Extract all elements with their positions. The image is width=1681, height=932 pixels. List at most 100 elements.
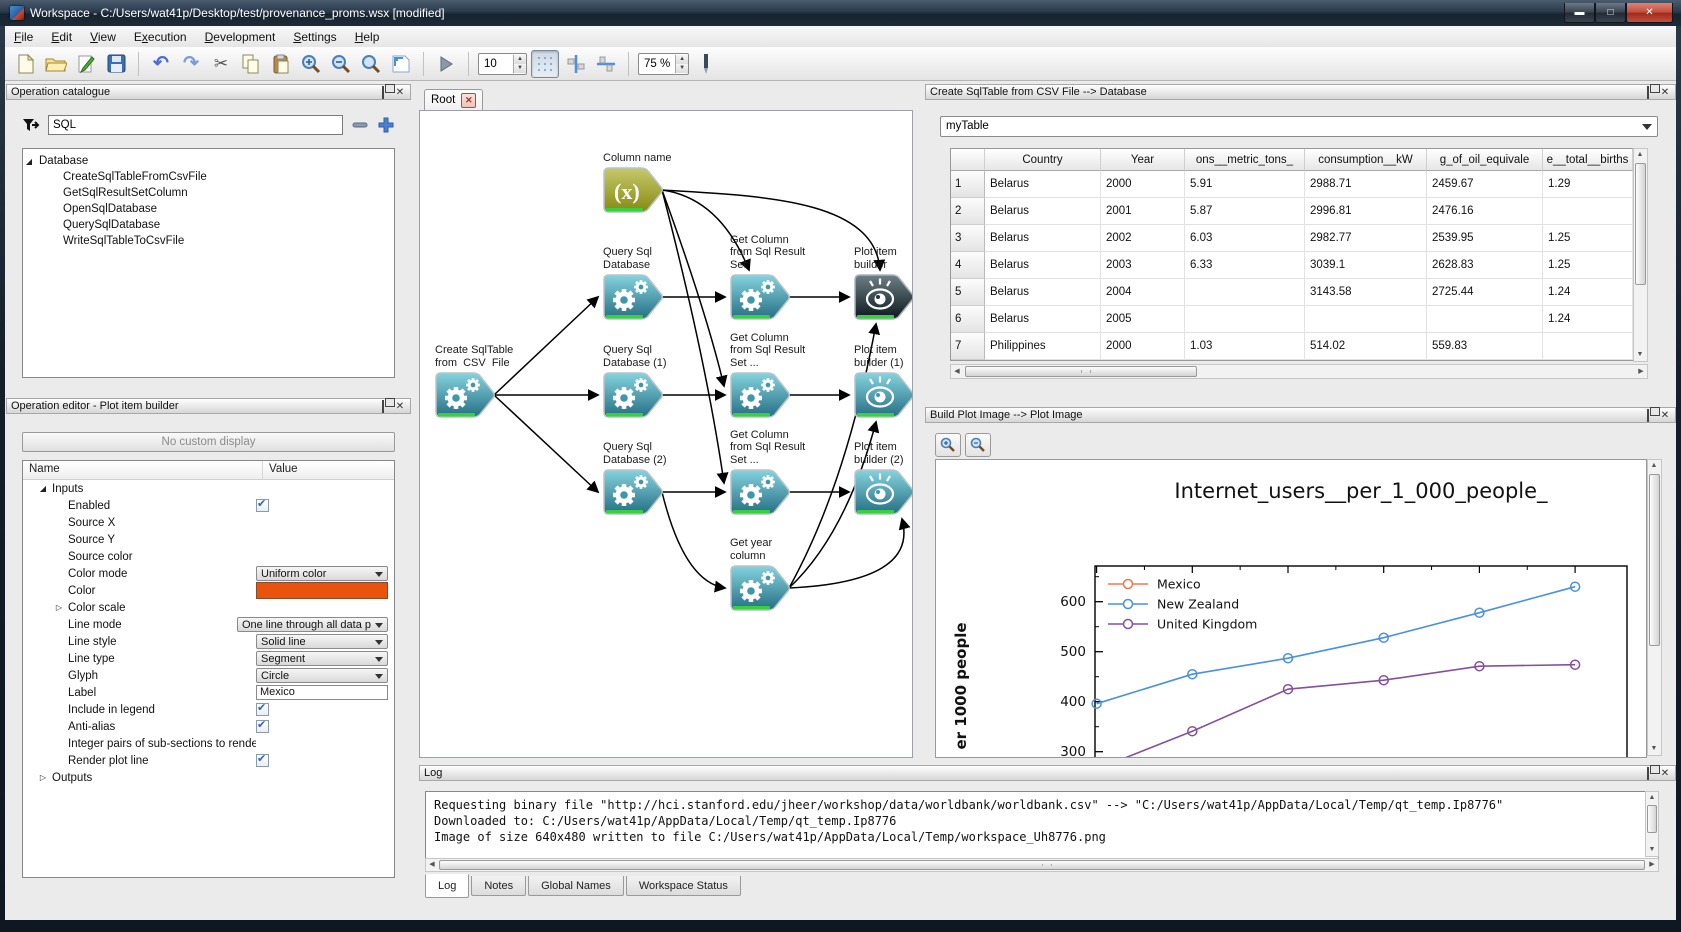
bottom-tab-notes[interactable]: Notes [471,876,526,896]
close-panel-icon[interactable]: ✕ [1659,87,1671,98]
close-panel-icon[interactable]: ✕ [1659,410,1671,421]
close-panel-icon[interactable]: ✕ [394,87,406,98]
dropdown[interactable]: Uniform color [256,566,388,581]
zoom-out-button[interactable] [328,51,354,77]
operation-tree[interactable]: ◢DatabaseCreateSqlTableFromCsvFileGetSql… [22,148,395,378]
scroll-up-icon[interactable]: ▲ [1634,149,1646,161]
workflow-node-q2[interactable] [600,468,664,516]
remove-filter-button[interactable] [351,116,369,134]
column-header-value[interactable]: Value [263,461,304,479]
close-panel-icon[interactable]: ✕ [394,401,406,412]
log-vertical-scrollbar[interactable]: ▲ ▼ [1645,791,1659,857]
zoom-in-button[interactable] [298,51,324,77]
checkbox[interactable] [256,754,269,767]
expanded-icon[interactable]: ◢ [37,484,49,493]
property-row[interactable]: Line styleSolid line [23,633,394,650]
workflow-node-create[interactable] [432,371,496,419]
float-panel-icon[interactable] [1642,410,1654,421]
close-button[interactable]: ✕ [1626,3,1673,23]
table-select-combo[interactable]: myTable [940,116,1658,137]
property-row[interactable]: Line modeOne line through all data p [23,616,394,633]
property-row[interactable]: GlyphCircle [23,667,394,684]
menu-development[interactable]: Development [196,28,285,46]
menu-help[interactable]: Help [346,28,389,46]
workflow-node-p0[interactable] [851,273,913,321]
search-input[interactable] [48,115,343,135]
collapsed-icon[interactable]: ▷ [53,603,65,612]
grid-toggle-button[interactable] [531,50,559,78]
table-row[interactable]: 6Belarus20051.24 [951,306,1633,333]
dropdown[interactable]: Circle [256,668,388,683]
table-horizontal-scrollbar[interactable]: ◀ ▶ [950,364,1648,379]
zoom-reset-button[interactable] [358,51,384,77]
table-vertical-scrollbar[interactable]: ▲ ▼ [1633,148,1648,362]
workflow-node-colname[interactable]: (x) [600,166,664,214]
scroll-right-icon[interactable]: ▶ [1646,859,1658,871]
scroll-down-icon[interactable]: ▼ [1648,743,1660,755]
pen-tool-button[interactable] [693,51,719,77]
checkbox[interactable] [256,720,269,733]
run-workflow-button[interactable] [433,51,459,77]
collapsed-icon[interactable]: ▷ [37,773,49,782]
table-column-header[interactable]: Year [1101,149,1185,171]
checkbox[interactable] [256,499,269,512]
data-table[interactable]: CountryYearons__metric_tons_consumption_… [950,148,1634,361]
property-row[interactable]: Source Y [23,531,394,548]
menu-view[interactable]: View [81,28,125,46]
property-row[interactable]: Anti-alias [23,718,394,735]
table-column-header[interactable]: ons__metric_tons_ [1185,149,1305,171]
fit-view-button[interactable] [388,51,414,77]
table-row[interactable]: 2Belarus20015.872996.812476.16 [951,198,1633,225]
log-output[interactable]: Requesting binary file "http://hci.stanf… [425,791,1659,859]
bottom-tab-workspace-status[interactable]: Workspace Status [626,876,741,896]
table-column-header[interactable]: e__total__births [1543,149,1633,171]
menu-settings[interactable]: Settings [284,28,345,46]
maximize-button[interactable]: □ [1595,3,1626,23]
redo-button[interactable]: ↷ [178,51,204,77]
workflow-node-q1[interactable] [600,371,664,419]
undo-button[interactable]: ↶ [148,51,174,77]
property-row[interactable]: Color modeUniform color [23,565,394,582]
bottom-tab-log[interactable]: Log [425,874,469,898]
plot-image-view[interactable]: Internet_users__per_1_000_people_er 1000… [935,459,1647,758]
scroll-down-icon[interactable]: ▼ [1634,349,1646,361]
tree-group-database[interactable]: ◢Database [23,153,394,169]
property-row[interactable]: Source color [23,548,394,565]
dropdown[interactable]: One line through all data p [237,617,388,632]
color-swatch[interactable] [256,582,388,599]
scroll-down-icon[interactable]: ▼ [1646,844,1658,856]
tab-root[interactable]: Root ✕ [424,89,483,110]
minimize-button[interactable]: ▬ [1564,3,1595,23]
edit-source-button[interactable] [73,51,99,77]
menu-edit[interactable]: Edit [42,28,81,46]
table-row[interactable]: 5Belarus20043143.582725.441.24 [951,279,1633,306]
menu-file[interactable]: File [5,28,42,46]
table-row[interactable]: 4Belarus20036.333039.12628.831.25 [951,252,1633,279]
workflow-node-g2[interactable] [727,468,791,516]
workflow-node-year[interactable] [727,564,791,612]
property-row[interactable]: Line typeSegment [23,650,394,667]
dropdown[interactable]: Solid line [256,634,388,649]
property-row[interactable]: Render plot line [23,752,394,769]
grid-size-spinner[interactable]: 10 ▲▼ [478,53,527,75]
close-tab-icon[interactable]: ✕ [461,93,476,108]
open-file-button[interactable] [43,51,69,77]
paste-button[interactable] [268,51,294,77]
property-row[interactable]: Integer pairs of sub-sections to render [23,735,394,752]
float-panel-icon[interactable] [377,87,389,98]
scroll-up-icon[interactable]: ▲ [1648,460,1660,472]
property-row[interactable]: ▷Color scale [23,599,394,616]
add-filter-button[interactable] [377,116,395,134]
table-row[interactable]: 3Belarus20026.032982.772539.951.25 [951,225,1633,252]
table-row[interactable]: 7Philippines20001.03514.02559.83 [951,333,1633,360]
workflow-node-g1[interactable] [727,371,791,419]
save-button[interactable] [103,51,129,77]
tree-item[interactable]: WriteSqlTableToCsvFile [23,233,394,249]
new-file-button[interactable] [13,51,39,77]
bottom-tab-global-names[interactable]: Global Names [528,876,624,896]
plot-zoom-out-button[interactable] [965,433,991,457]
scroll-left-icon[interactable]: ◀ [426,859,438,871]
cut-button[interactable]: ✂ [208,51,234,77]
plot-vertical-scrollbar[interactable]: ▲ ▼ [1647,459,1662,756]
tree-item[interactable]: CreateSqlTableFromCsvFile [23,169,394,185]
